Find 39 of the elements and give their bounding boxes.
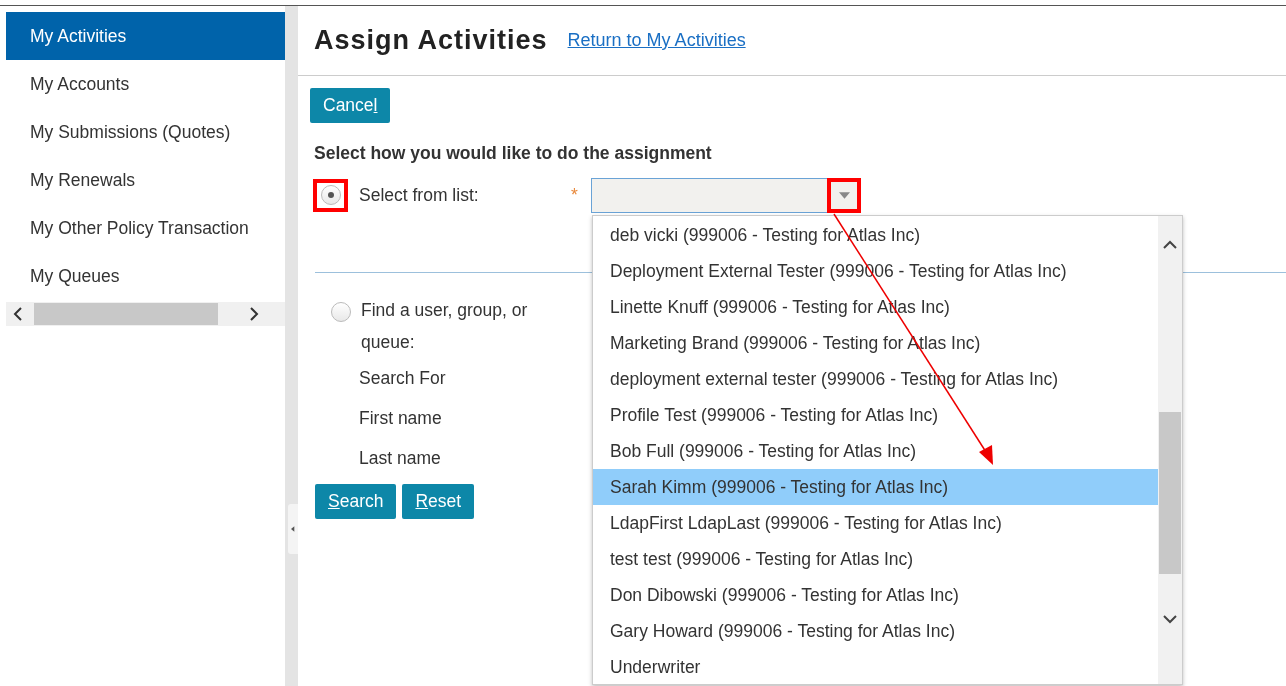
sidebar-item[interactable]: My Queues [6,252,285,300]
form-button[interactable]: Reset [402,484,475,519]
sidebar-item[interactable]: My Renewals [6,156,285,204]
sidebar-item[interactable]: My Other Policy Transaction [6,204,285,252]
dropdown-option[interactable]: Don Dibowski (999006 - Testing for Atlas Inc) [593,577,1158,613]
dropdown-option[interactable]: LdapFirst LdapLast (999006 - Testing for Atlas Inc) [593,505,1158,541]
radio-button[interactable] [320,185,341,205]
form-button[interactable]: Search [315,484,397,519]
sidebar-item[interactable]: My Activities [6,12,285,60]
required-mark: * [571,184,579,206]
dropdown-option[interactable]: deb vicki (999006 - Testing for Atlas Inc) [593,217,1158,253]
field-label: Search For [359,367,446,390]
field-label: First name [359,407,442,430]
dropdown-option[interactable]: Gary Howard (999006 - Testing for Atlas Inc) [593,613,1158,649]
vertical-scrollbar[interactable] [1158,216,1182,684]
dropdown-option[interactable]: test test (999006 - Testing for Atlas Inc) [593,541,1158,577]
scroll-down-icon[interactable] [1162,614,1178,624]
return-link[interactable]: Return to My Activities [567,30,746,51]
dropdown-option[interactable]: Sarah Kimm (999006 - Testing for Atlas Inc) [593,469,1158,505]
select-dropdown[interactable] [591,177,861,213]
section-heading: Select how you would like to do the assignment [314,143,713,164]
dropdown-option[interactable]: Underwriter [593,649,1158,684]
option-label: Select from list: [359,184,480,206]
page-title: Assign Activities [314,25,548,56]
scrollbar-thumb[interactable] [34,303,218,325]
sidebar-item[interactable]: My Accounts [6,60,285,108]
field-label: Last name [359,447,441,470]
dropdown-option[interactable]: Profile Test (999006 - Testing for Atlas Inc) [593,397,1158,433]
cancel-button[interactable]: Cancel [310,88,391,123]
collapse-icon [291,526,295,532]
option-label: Find a user, group, or queue: [361,299,529,354]
radio-button[interactable] [330,301,351,322]
caret-icon[interactable] [838,191,850,199]
scrollbar-thumb[interactable] [1159,412,1181,574]
collapse-handle[interactable] [288,504,298,554]
scroll-up-icon[interactable] [1162,240,1178,250]
horizontal-scrollbar[interactable] [6,302,285,326]
dropdown-option[interactable]: Bob Full (999006 - Testing for Atlas Inc) [593,433,1158,469]
sidebar-item[interactable]: My Submissions (Quotes) [6,108,285,156]
